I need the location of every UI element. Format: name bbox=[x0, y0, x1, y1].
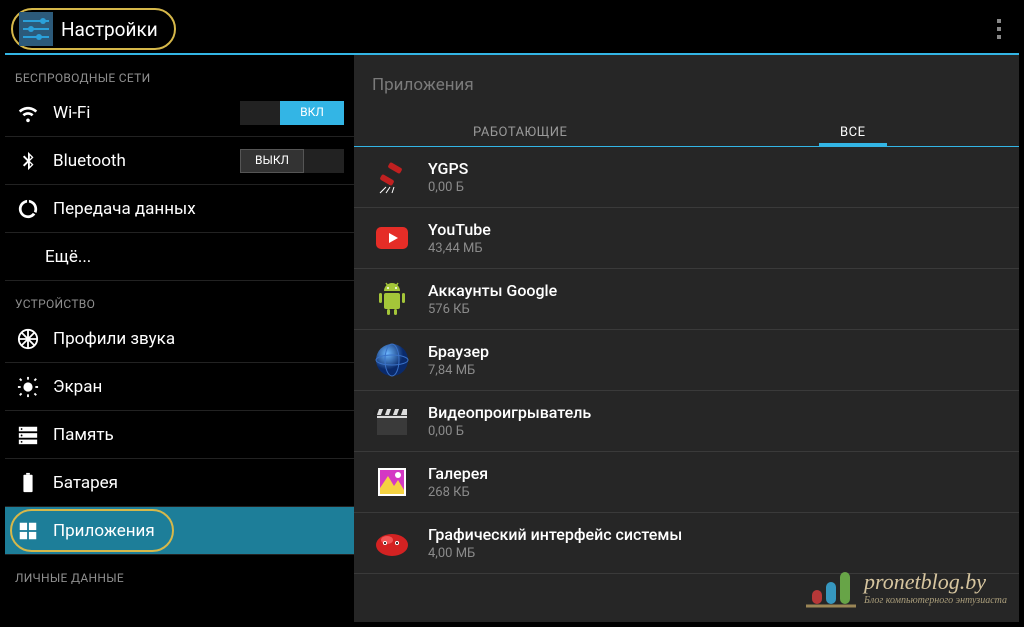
app-icon bbox=[372, 340, 412, 380]
sidebar-item-bluetooth[interactable]: Bluetooth ВЫКЛ bbox=[5, 137, 354, 185]
app-row[interactable]: YGPS 0,00 Б bbox=[354, 147, 1019, 208]
app-size: 0,00 Б bbox=[428, 180, 468, 195]
sidebar-item-storage[interactable]: Память bbox=[5, 411, 354, 459]
wifi-toggle[interactable]: ВКЛ bbox=[240, 101, 344, 125]
app-name: Браузер bbox=[428, 342, 489, 361]
sidebar-item-display[interactable]: Экран bbox=[5, 363, 354, 411]
apps-tabs: РАБОТАЮЩИЕ ВСЕ bbox=[354, 117, 1019, 147]
data-usage-icon bbox=[17, 198, 39, 220]
action-bar: Настройки bbox=[5, 5, 1019, 55]
app-name: Видеопроигрыватель bbox=[428, 403, 591, 422]
section-wireless: БЕСПРОВОДНЫЕ СЕТИ bbox=[5, 55, 354, 89]
wifi-icon bbox=[17, 102, 39, 124]
sound-icon bbox=[17, 328, 39, 350]
app-size: 576 КБ bbox=[428, 302, 557, 317]
sidebar-item-label: Bluetooth bbox=[53, 151, 126, 171]
page-title: Настройки bbox=[61, 18, 158, 41]
section-personal: ЛИЧНЫЕ ДАННЫЕ bbox=[5, 555, 354, 589]
bluetooth-toggle[interactable]: ВЫКЛ bbox=[240, 149, 344, 173]
sidebar-item-label: Батарея bbox=[53, 473, 118, 493]
app-icon bbox=[372, 279, 412, 319]
main-title: Приложения bbox=[354, 55, 1019, 117]
sidebar-item-label: Ещё... bbox=[45, 247, 91, 267]
bluetooth-icon bbox=[17, 150, 39, 172]
sidebar-item-wifi[interactable]: Wi-Fi ВКЛ bbox=[5, 89, 354, 137]
app-icon bbox=[372, 157, 412, 197]
sidebar-item-label: Память bbox=[53, 425, 114, 445]
sidebar-item-label: Профили звука bbox=[53, 329, 175, 349]
display-icon bbox=[17, 376, 39, 398]
tab-running[interactable]: РАБОТАЮЩИЕ bbox=[354, 117, 687, 146]
app-row[interactable]: Видеопроигрыватель 0,00 Б bbox=[354, 391, 1019, 452]
battery-icon bbox=[17, 472, 39, 494]
app-name: Аккаунты Google bbox=[428, 281, 557, 300]
sidebar-item-battery[interactable]: Батарея bbox=[5, 459, 354, 507]
app-size: 7,84 МБ bbox=[428, 363, 489, 378]
settings-sidebar: БЕСПРОВОДНЫЕ СЕТИ Wi-Fi ВКЛ Bluetooth ВЫ… bbox=[5, 55, 354, 622]
app-size: 0,00 Б bbox=[428, 424, 591, 439]
sidebar-item-label: Передача данных bbox=[53, 199, 196, 219]
app-name: YGPS bbox=[428, 159, 468, 178]
app-row[interactable]: Галерея 268 КБ bbox=[354, 452, 1019, 513]
app-row[interactable]: YouTube 43,44 МБ bbox=[354, 208, 1019, 269]
tab-all[interactable]: ВСЕ bbox=[687, 117, 1020, 146]
app-name: Графический интерфейс системы bbox=[428, 525, 682, 544]
storage-icon bbox=[17, 424, 39, 446]
app-icon bbox=[372, 523, 412, 563]
app-size: 43,44 МБ bbox=[428, 241, 491, 256]
app-size: 268 КБ bbox=[428, 485, 488, 500]
sidebar-item-label: Экран bbox=[53, 377, 102, 397]
app-name: YouTube bbox=[428, 220, 491, 239]
app-row[interactable]: Графический интерфейс системы 4,00 МБ bbox=[354, 513, 1019, 574]
sidebar-item-label: Приложения bbox=[53, 521, 155, 541]
apps-icon bbox=[17, 520, 39, 542]
overflow-menu-button[interactable] bbox=[985, 12, 1013, 46]
sidebar-item-apps[interactable]: Приложения bbox=[5, 507, 354, 555]
app-icon bbox=[372, 218, 412, 258]
app-size: 4,00 МБ bbox=[428, 546, 682, 561]
settings-icon bbox=[19, 12, 53, 46]
sidebar-item-label: Wi-Fi bbox=[53, 103, 90, 123]
main-panel: Приложения РАБОТАЮЩИЕ ВСЕ YGPS 0,00 Б YouT… bbox=[354, 55, 1019, 622]
sidebar-item-more[interactable]: Ещё... bbox=[5, 233, 354, 281]
sidebar-item-sound[interactable]: Профили звука bbox=[5, 315, 354, 363]
app-icon bbox=[372, 401, 412, 441]
app-name: Галерея bbox=[428, 464, 488, 483]
action-bar-title-area: Настройки bbox=[11, 8, 176, 50]
section-device: УСТРОЙСТВО bbox=[5, 281, 354, 315]
apps-list[interactable]: YGPS 0,00 Б YouTube 43,44 МБ Аккаунты Google… bbox=[354, 147, 1019, 622]
app-row[interactable]: Аккаунты Google 576 КБ bbox=[354, 269, 1019, 330]
app-row[interactable]: Браузер 7,84 МБ bbox=[354, 330, 1019, 391]
app-icon bbox=[372, 462, 412, 502]
sidebar-item-data-usage[interactable]: Передача данных bbox=[5, 185, 354, 233]
